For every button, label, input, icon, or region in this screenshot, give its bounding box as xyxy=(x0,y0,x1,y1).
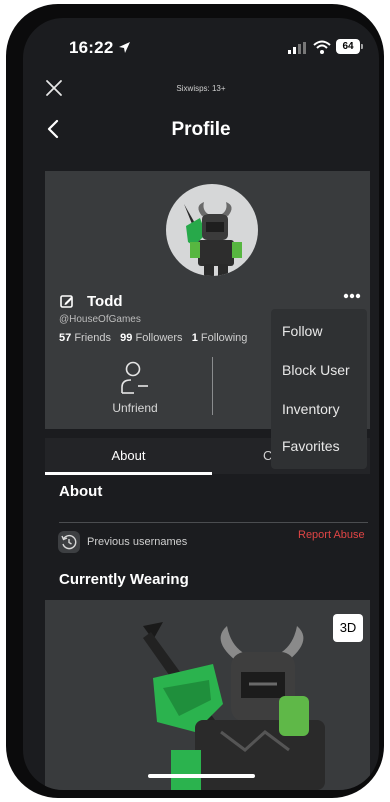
history-icon xyxy=(61,534,77,550)
following-count[interactable]: 1 xyxy=(192,332,198,344)
card-divider xyxy=(212,357,213,415)
menu-item-inventory[interactable]: Inventory xyxy=(282,401,340,417)
home-indicator[interactable] xyxy=(148,774,255,778)
status-bar: 16:22 64 xyxy=(23,18,379,70)
person-minus-icon xyxy=(121,361,148,394)
wifi-icon xyxy=(313,40,331,54)
friends-label[interactable]: Friends xyxy=(74,332,111,344)
unfriend-button[interactable]: Unfriend xyxy=(85,361,185,417)
friends-count[interactable]: 57 xyxy=(59,332,71,344)
avatar-viewer[interactable]: 3D xyxy=(45,600,370,790)
menu-item-favorites[interactable]: Favorites xyxy=(282,438,340,454)
previous-usernames-label[interactable]: Previous usernames xyxy=(87,536,187,548)
app-screen: 16:22 64 Sixwisps: 13+ Profile Todd @Hou… xyxy=(23,18,379,790)
status-time: 16:22 xyxy=(69,38,114,57)
about-divider xyxy=(59,522,368,523)
previous-usernames-button[interactable] xyxy=(58,531,80,553)
about-heading: About xyxy=(59,483,103,500)
report-abuse-link[interactable]: Report Abuse xyxy=(298,529,365,541)
edit-icon[interactable] xyxy=(60,294,74,308)
location-arrow-icon xyxy=(119,42,130,53)
display-name: Todd xyxy=(87,293,123,310)
view-3d-button[interactable]: 3D xyxy=(333,614,363,642)
signal-icon xyxy=(288,42,306,54)
unfriend-label: Unfriend xyxy=(112,401,158,415)
page-title: Profile xyxy=(171,119,231,140)
battery-icon: 64 xyxy=(336,39,363,54)
followers-label[interactable]: Followers xyxy=(135,332,182,344)
more-options-icon[interactable] xyxy=(343,293,361,299)
username: @HouseOfGames xyxy=(59,314,141,325)
avatar-image xyxy=(184,202,242,276)
followers-count[interactable]: 99 xyxy=(120,332,132,344)
tab-about[interactable]: About xyxy=(45,438,212,474)
following-label[interactable]: Following xyxy=(201,332,247,344)
avatar[interactable] xyxy=(166,184,258,276)
battery-level: 64 xyxy=(336,39,360,54)
menu-item-block-user[interactable]: Block User xyxy=(282,362,350,378)
menu-item-follow[interactable]: Follow xyxy=(282,323,322,339)
profile-stats: 57 Friends 99 Followers 1 Following xyxy=(59,332,247,344)
avatar-render xyxy=(143,622,325,790)
active-tab-indicator xyxy=(45,472,212,475)
currently-wearing-heading: Currently Wearing xyxy=(59,571,189,588)
game-title: Sixwisps: 13+ xyxy=(176,84,226,93)
phone-frame: 16:22 64 Sixwisps: 13+ Profile Todd @Hou… xyxy=(6,4,384,798)
more-options-menu: Follow Block User Inventory Favorites xyxy=(271,309,367,469)
